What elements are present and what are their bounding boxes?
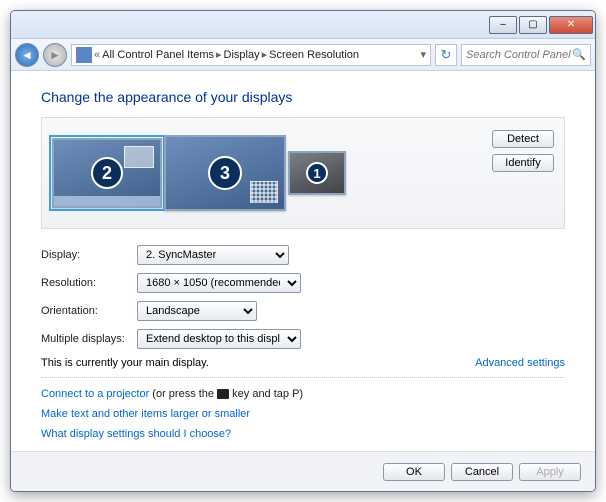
titlebar: – ▢ ✕	[11, 11, 595, 39]
main-display-text: This is currently your main display.	[41, 357, 209, 369]
advanced-settings-link[interactable]: Advanced settings	[475, 357, 565, 369]
text-size-link[interactable]: Make text and other items larger or smal…	[41, 408, 565, 420]
search-icon: 🔍	[572, 48, 586, 61]
cancel-button[interactable]: Cancel	[451, 463, 513, 481]
help-choose-link[interactable]: What display settings should I choose?	[41, 428, 565, 440]
multiple-displays-label: Multiple displays:	[41, 333, 137, 345]
monitor-2[interactable]: 2	[52, 138, 162, 208]
monitors-group[interactable]: 2 3 1	[52, 135, 346, 211]
projector-hint-text: key and tap P)	[229, 388, 303, 400]
monitor-number: 1	[306, 162, 328, 184]
minimize-button[interactable]: –	[489, 16, 517, 34]
orientation-label: Orientation:	[41, 305, 137, 317]
window: – ▢ ✕ ◄ ► « All Control Panel Items ▸ Di…	[10, 10, 596, 492]
orientation-select[interactable]: Landscape	[137, 301, 257, 321]
search-box[interactable]: 🔍	[461, 44, 591, 66]
navbar: ◄ ► « All Control Panel Items ▸ Display …	[11, 39, 595, 71]
breadcrumb-item[interactable]: Screen Resolution	[269, 49, 359, 61]
forward-button: ►	[43, 43, 67, 67]
ok-button[interactable]: OK	[383, 463, 445, 481]
page-heading: Change the appearance of your displays	[41, 89, 565, 105]
footer: OK Cancel Apply	[11, 451, 595, 491]
monitor-number: 2	[91, 157, 123, 189]
display-arrangement-box[interactable]: 2 3 1 Detect Identify	[41, 117, 565, 229]
windows-key-icon	[217, 389, 229, 399]
breadcrumb[interactable]: « All Control Panel Items ▸ Display ▸ Sc…	[71, 44, 431, 66]
breadcrumb-item[interactable]: Display	[224, 49, 260, 61]
back-button[interactable]: ◄	[15, 43, 39, 67]
multiple-displays-select[interactable]: Extend desktop to this display	[137, 329, 301, 349]
calendar-preview-icon	[250, 181, 278, 203]
arrangement-buttons: Detect Identify	[492, 130, 554, 172]
close-button[interactable]: ✕	[549, 16, 593, 34]
chevron-right-icon: ▸	[216, 48, 222, 61]
detect-button[interactable]: Detect	[492, 130, 554, 148]
window-preview-icon	[124, 146, 154, 168]
identify-button[interactable]: Identify	[492, 154, 554, 172]
monitor-number: 3	[208, 156, 242, 190]
control-panel-icon	[76, 47, 92, 63]
resolution-label: Resolution:	[41, 277, 137, 289]
breadcrumb-item[interactable]: All Control Panel Items	[102, 49, 214, 61]
chevron-right-icon: ▸	[262, 48, 268, 61]
search-input[interactable]	[466, 49, 572, 61]
monitor-3[interactable]: 3	[164, 135, 286, 211]
refresh-button[interactable]: ↻	[435, 44, 457, 66]
resolution-select[interactable]: 1680 × 1050 (recommended)	[137, 273, 301, 293]
monitor-1[interactable]: 1	[288, 151, 346, 195]
display-select[interactable]: 2. SyncMaster	[137, 245, 289, 265]
maximize-button[interactable]: ▢	[519, 16, 547, 34]
content-area: Change the appearance of your displays 2…	[11, 71, 595, 451]
apply-button: Apply	[519, 463, 581, 481]
projector-hint-text: (or press the	[149, 388, 217, 400]
display-label: Display:	[41, 249, 137, 261]
breadcrumb-overflow[interactable]: «	[94, 49, 100, 61]
connect-projector-link[interactable]: Connect to a projector	[41, 388, 149, 400]
taskbar-preview	[54, 196, 160, 206]
breadcrumb-dropdown-icon[interactable]: ▾	[420, 48, 426, 61]
